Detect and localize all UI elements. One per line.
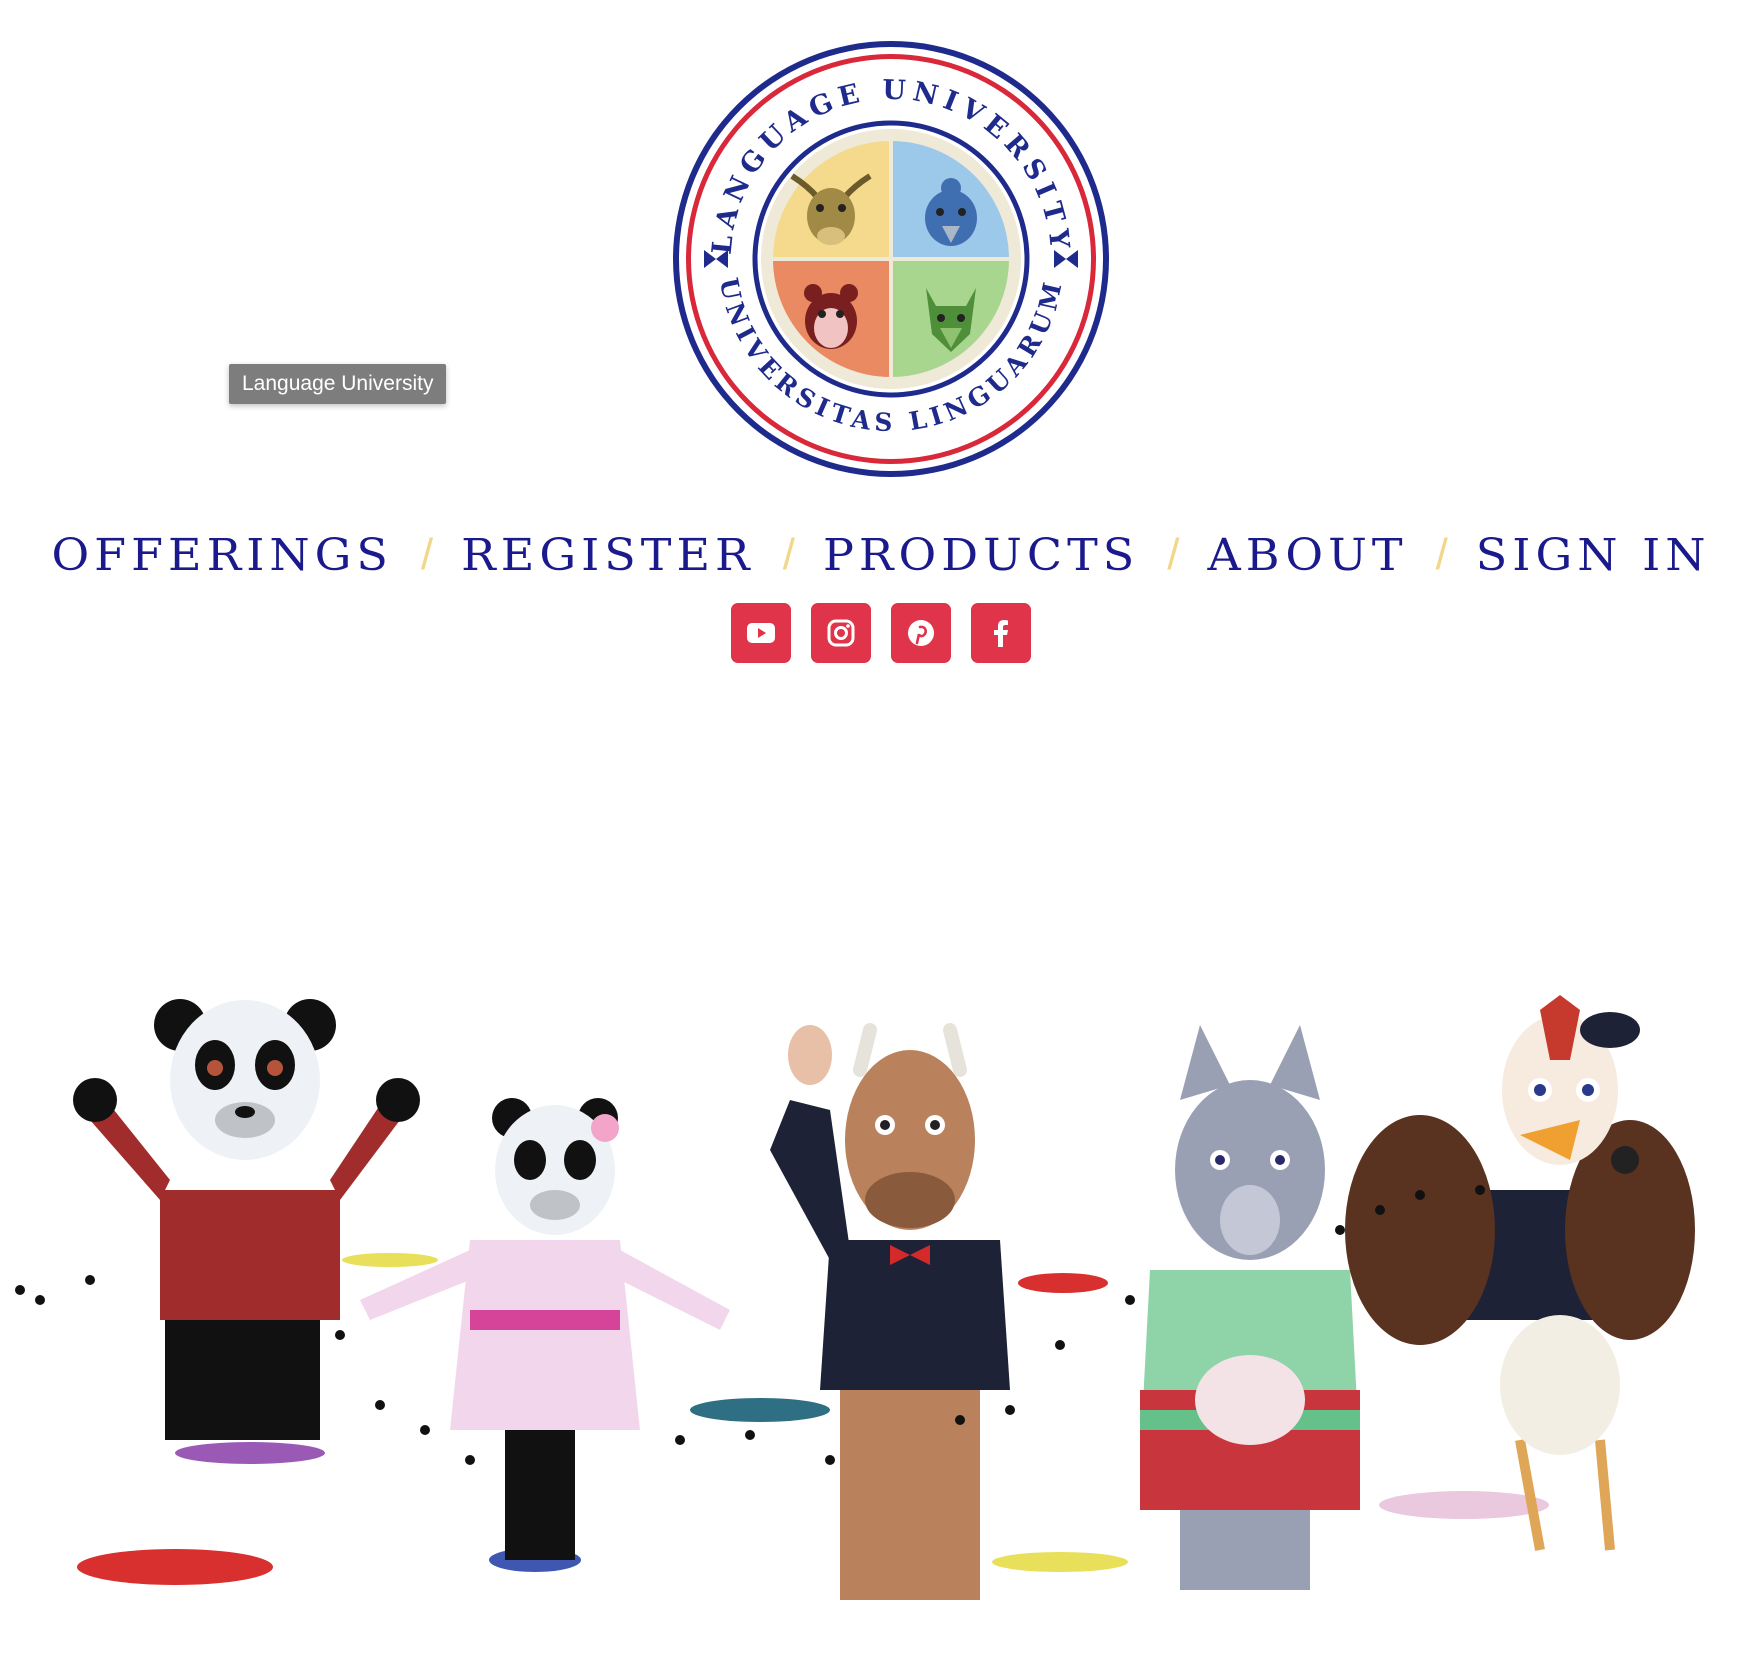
social-links: [0, 603, 1762, 663]
bear-icon: [804, 284, 858, 349]
nav-sign-in[interactable]: SIGN IN: [1476, 529, 1711, 580]
nav-register[interactable]: REGISTER: [461, 529, 755, 580]
nav-separator: /: [782, 530, 795, 579]
logo-tooltip: Language University: [229, 364, 447, 404]
nav-about[interactable]: ABOUT: [1208, 529, 1408, 580]
pinterest-button[interactable]: [891, 603, 951, 663]
nav-products[interactable]: PRODUCTS: [823, 529, 1139, 580]
main-nav: OFFERINGS / REGISTER / PRODUCTS / ABOUT …: [0, 525, 1762, 585]
youtube-icon: [747, 623, 775, 643]
university-seal: LANGUAGE UNIVERSITY UNIVERSITAS LINGUARU…: [673, 41, 1109, 477]
panda-girl-character: [360, 1098, 730, 1560]
nav-separator: /: [1435, 530, 1448, 579]
hero-illustration: [0, 990, 1762, 1668]
university-logo[interactable]: LANGUAGE UNIVERSITY UNIVERSITAS LINGUARU…: [670, 38, 1112, 480]
nav-offerings[interactable]: OFFERINGS: [51, 529, 392, 580]
nav-separator: /: [1167, 530, 1180, 579]
youtube-button[interactable]: [731, 603, 791, 663]
instagram-icon: [827, 619, 855, 647]
dancing-animals-illustration: [15, 995, 1695, 1600]
panda-character: [73, 999, 420, 1440]
nav-separator: /: [420, 530, 434, 579]
pinterest-icon: [908, 620, 934, 646]
instagram-button[interactable]: [811, 603, 871, 663]
bull-character: [770, 1023, 1010, 1600]
facebook-button[interactable]: [971, 603, 1031, 663]
facebook-icon: [994, 620, 1008, 647]
rooster-character: [1345, 995, 1695, 1551]
wolf-character: [1140, 1025, 1360, 1590]
